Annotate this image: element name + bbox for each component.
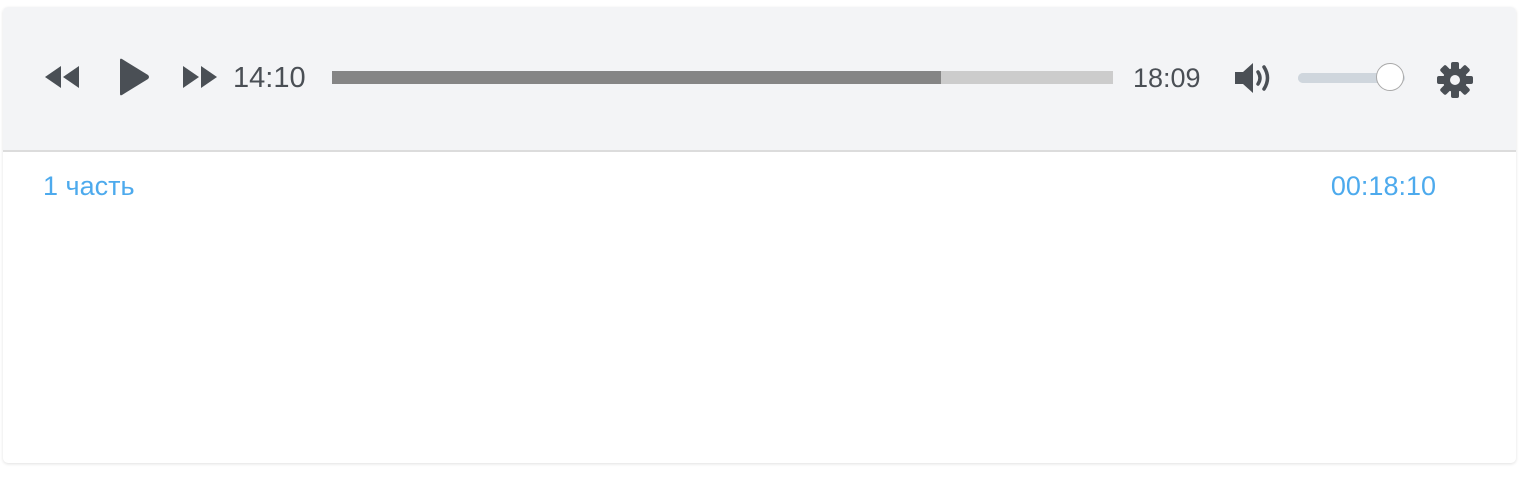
playlist-item[interactable]: 1 часть 00:18:10 xyxy=(3,165,1516,205)
gear-icon xyxy=(1435,60,1475,100)
volume-button[interactable] xyxy=(1231,61,1277,95)
total-duration: 18:09 xyxy=(1133,63,1201,93)
volume-slider[interactable] xyxy=(1298,63,1405,91)
play-icon xyxy=(114,57,154,97)
progress-bar-played xyxy=(332,71,942,84)
play-button[interactable] xyxy=(114,57,154,97)
audio-player: 14:10 18:09 1 часть 00:18:10 xyxy=(3,7,1516,463)
player-controls-bar: 14:10 18:09 xyxy=(3,7,1516,152)
playlist-item-duration: 00:18:10 xyxy=(1330,171,1436,201)
fast-forward-button[interactable] xyxy=(181,63,219,91)
progress-bar[interactable] xyxy=(332,71,1113,84)
playlist-item-title[interactable]: 1 часть xyxy=(43,169,135,203)
rewind-icon xyxy=(43,63,81,91)
rewind-button[interactable] xyxy=(43,63,81,91)
current-time: 14:10 xyxy=(233,62,306,94)
volume-slider-thumb[interactable] xyxy=(1376,63,1405,91)
fast-forward-icon xyxy=(181,63,219,91)
settings-button[interactable] xyxy=(1435,60,1475,100)
volume-icon xyxy=(1231,61,1277,95)
